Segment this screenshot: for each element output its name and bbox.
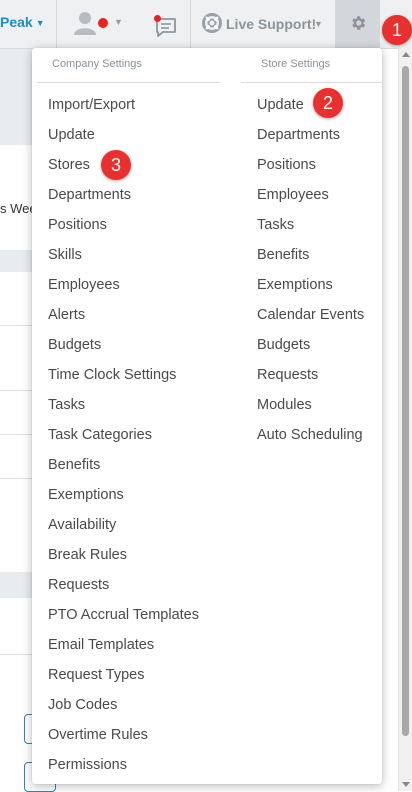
company-settings-item-update[interactable]: Update xyxy=(48,120,199,150)
chevron-down-icon: ▼ xyxy=(314,19,323,29)
company-settings-item-break-rules[interactable]: Break Rules xyxy=(48,540,199,570)
notification-dot xyxy=(154,15,161,22)
header-divider xyxy=(241,82,382,83)
company-settings-item-request-types[interactable]: Request Types xyxy=(48,660,199,690)
chevron-down-icon: ▼ xyxy=(114,17,123,27)
user-icon xyxy=(74,12,96,35)
company-settings-item-departments[interactable]: Departments xyxy=(48,180,199,210)
page-scrollbar[interactable] xyxy=(398,48,412,791)
store-settings-item-calendar-events[interactable]: Calendar Events xyxy=(257,300,364,330)
lifebuoy-icon xyxy=(202,13,222,33)
store-settings-item-employees[interactable]: Employees xyxy=(257,180,364,210)
store-settings-item-modules[interactable]: Modules xyxy=(257,390,364,420)
scroll-thumb[interactable] xyxy=(402,66,409,736)
company-settings-item-employees[interactable]: Employees xyxy=(48,270,199,300)
settings-dropdown-menu: Company Settings Import/Export Update Stor… xyxy=(32,48,382,784)
store-settings-header: Store Settings xyxy=(261,58,331,70)
chevron-down-icon: ▼ xyxy=(35,18,45,28)
scroll-down-icon[interactable] xyxy=(402,782,410,787)
company-settings-item-job-codes[interactable]: Job Codes xyxy=(48,690,199,720)
step-badge-2: 2 xyxy=(313,88,343,118)
company-settings-item-import-export[interactable]: Import/Export xyxy=(48,90,199,120)
company-settings-item-exemptions[interactable]: Exemptions xyxy=(48,480,199,510)
company-settings-item-availability[interactable]: Availability xyxy=(48,510,199,540)
navbar-divider xyxy=(190,0,191,48)
company-settings-header: Company Settings xyxy=(52,58,142,70)
company-settings-item-pto-accrual-templates[interactable]: PTO Accrual Templates xyxy=(48,600,199,630)
live-support-label: Live Support! xyxy=(226,16,317,32)
store-settings-list: Update Departments Positions Employees Tasks… xyxy=(257,90,364,450)
company-settings-item-time-clock-settings[interactable]: Time Clock Settings xyxy=(48,360,199,390)
settings-button[interactable] xyxy=(336,0,380,48)
store-settings-item-exemptions[interactable]: Exemptions xyxy=(257,270,364,300)
user-menu-button[interactable]: ▼ xyxy=(74,11,126,35)
company-settings-item-budgets[interactable]: Budgets xyxy=(48,330,199,360)
company-settings-item-requests[interactable]: Requests xyxy=(48,570,199,600)
company-settings-item-skills[interactable]: Skills xyxy=(48,240,199,270)
store-settings-item-tasks[interactable]: Tasks xyxy=(257,210,364,240)
company-settings-item-email-templates[interactable]: Email Templates xyxy=(48,630,199,660)
step-badge-3: 3 xyxy=(101,150,131,180)
gear-icon xyxy=(352,16,366,30)
store-settings-item-requests[interactable]: Requests xyxy=(257,360,364,390)
company-settings-item-overtime-rules[interactable]: Overtime Rules xyxy=(48,720,199,750)
store-settings-item-update[interactable]: Update xyxy=(257,90,364,120)
step-badge-1: 1 xyxy=(382,15,412,45)
company-settings-item-tasks[interactable]: Tasks xyxy=(48,390,199,420)
store-settings-item-positions[interactable]: Positions xyxy=(257,150,364,180)
store-settings-item-budgets[interactable]: Budgets xyxy=(257,330,364,360)
store-settings-item-benefits[interactable]: Benefits xyxy=(257,240,364,270)
store-selector-label: Peak xyxy=(0,14,33,30)
company-settings-item-positions[interactable]: Positions xyxy=(48,210,199,240)
store-settings-item-auto-scheduling[interactable]: Auto Scheduling xyxy=(257,420,364,450)
top-navbar: Peak ▼ ▼ Live Support! ▼ xyxy=(0,0,412,49)
header-divider xyxy=(37,82,220,83)
scroll-up-icon[interactable] xyxy=(402,52,410,57)
company-settings-item-alerts[interactable]: Alerts xyxy=(48,300,199,330)
company-settings-item-task-categories[interactable]: Task Categories xyxy=(48,420,199,450)
navbar-divider xyxy=(56,0,57,48)
company-settings-item-permissions[interactable]: Permissions xyxy=(48,750,199,780)
status-dot xyxy=(98,18,108,28)
store-selector[interactable]: Peak ▼ xyxy=(0,14,45,30)
store-settings-item-departments[interactable]: Departments xyxy=(257,120,364,150)
company-settings-item-benefits[interactable]: Benefits xyxy=(48,450,199,480)
messages-button[interactable] xyxy=(150,12,178,38)
company-settings-list: Import/Export Update Stores Departments Posi… xyxy=(48,90,199,780)
